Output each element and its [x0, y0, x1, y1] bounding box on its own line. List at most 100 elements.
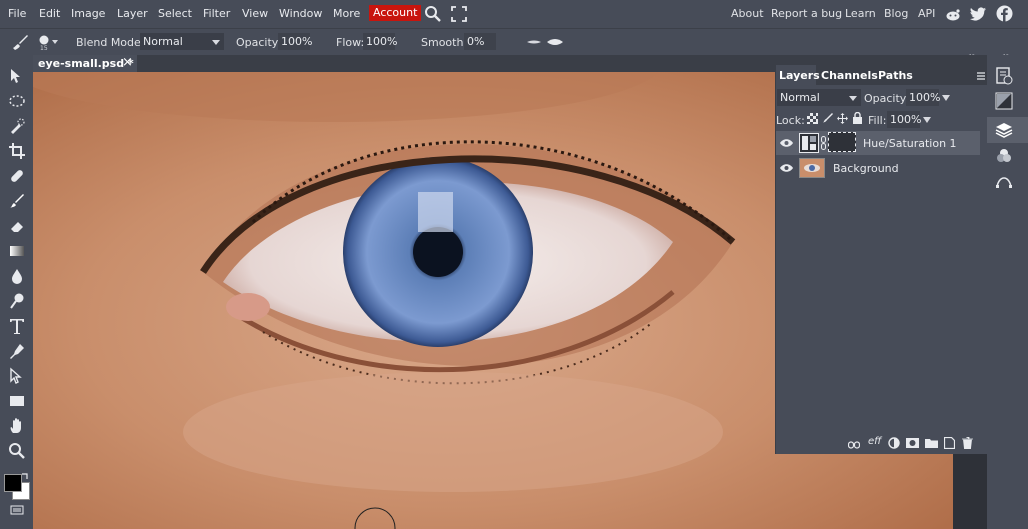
path-selection-tool-icon[interactable] — [8, 367, 26, 385]
eye-visibility-icon[interactable] — [780, 138, 793, 148]
gradient-tool-icon[interactable] — [8, 242, 26, 260]
eraser-tool-icon[interactable] — [8, 217, 26, 235]
adjustment-layer-button-icon[interactable] — [888, 437, 900, 449]
add-mask-icon[interactable] — [906, 438, 919, 448]
brush-tool-preset-icon[interactable] — [10, 33, 30, 51]
quick-selection-tool-icon[interactable] — [8, 117, 26, 135]
eye-visibility-icon[interactable] — [780, 163, 793, 173]
hand-tool-icon[interactable] — [8, 417, 26, 435]
history-panel-icon[interactable] — [995, 67, 1013, 85]
panel-menu-icon[interactable] — [977, 70, 985, 80]
marquee-tool-icon[interactable] — [8, 92, 26, 110]
reddit-icon[interactable] — [945, 6, 961, 22]
flow-label: Flow: — [336, 36, 365, 49]
search-icon[interactable] — [424, 5, 442, 23]
brush-tool-icon[interactable] — [8, 192, 26, 210]
blur-tool-icon[interactable] — [8, 267, 26, 285]
flow-value: 100% — [366, 35, 398, 48]
layer-row-hue-saturation[interactable]: Hue/Saturation 1 — [776, 131, 980, 155]
chevron-down-icon — [212, 40, 220, 45]
smooth-value: 0% — [467, 35, 485, 48]
opacity-label: Opacity: — [236, 36, 282, 49]
swatches-panel-icon[interactable] — [995, 92, 1013, 110]
menu-edit[interactable]: Edit — [39, 7, 60, 20]
healing-tool-icon[interactable] — [8, 167, 26, 185]
layer-blend-select[interactable]: Normal — [777, 89, 861, 106]
link-layers-icon[interactable] — [847, 439, 861, 449]
layer-opacity-label: Opacity: — [864, 92, 910, 105]
chain-link-icon[interactable] — [821, 136, 826, 150]
menu-layer[interactable]: Layer — [117, 7, 148, 20]
menu-blog[interactable]: Blog — [884, 7, 908, 20]
brush-size-picker[interactable]: 15 — [37, 34, 59, 52]
layer-opacity-value: 100% — [909, 91, 941, 104]
lock-position-icon[interactable] — [837, 113, 848, 124]
pressure-opacity-icon[interactable] — [546, 36, 564, 48]
menu-image[interactable]: Image — [71, 7, 105, 20]
twitter-icon[interactable] — [970, 6, 987, 22]
zoom-tool-icon[interactable] — [8, 442, 26, 460]
menu-about[interactable]: About — [731, 7, 764, 20]
fill-input[interactable]: 100% — [887, 111, 922, 128]
lock-label: Lock: — [776, 114, 805, 127]
menu-account[interactable]: Account — [369, 5, 422, 21]
layer-opacity-dropdown-icon[interactable] — [942, 95, 950, 101]
lock-pixels-icon[interactable] — [822, 113, 833, 124]
document-tab[interactable]: eye-small.psd * × — [33, 55, 137, 72]
menu-api[interactable]: API — [918, 7, 935, 20]
rectangle-tool-icon[interactable] — [8, 392, 26, 410]
menu-window[interactable]: Window — [279, 7, 322, 20]
menu-view[interactable]: View — [242, 7, 268, 20]
move-tool-icon[interactable] — [8, 67, 26, 85]
layer-row-background[interactable]: Background — [776, 156, 980, 180]
lock-all-icon[interactable] — [852, 111, 863, 124]
new-group-icon[interactable] — [925, 438, 938, 448]
foreground-color-swatch[interactable] — [4, 474, 22, 492]
dodge-tool-icon[interactable] — [8, 292, 26, 310]
fill-dropdown-icon[interactable] — [923, 117, 931, 123]
menu-learn[interactable]: Learn — [845, 7, 876, 20]
layer-name-hue-saturation: Hue/Saturation 1 — [863, 137, 957, 150]
tab-layers[interactable]: Layers — [779, 69, 820, 82]
channels-panel-icon[interactable] — [995, 147, 1013, 165]
opacity-input[interactable]: 100% — [278, 33, 312, 50]
new-layer-icon[interactable] — [943, 436, 956, 450]
pressure-size-icon[interactable] — [526, 37, 542, 47]
blend-mode-select[interactable]: Normal — [140, 33, 224, 50]
crop-tool-icon[interactable] — [8, 142, 26, 160]
tab-channels[interactable]: Channels — [821, 69, 878, 82]
layer-thumbnail — [799, 158, 825, 178]
layer-mask-thumbnail[interactable] — [828, 132, 856, 152]
menu-filter[interactable]: Filter — [203, 7, 230, 20]
pen-tool-icon[interactable] — [8, 342, 26, 360]
type-tool-icon[interactable] — [8, 317, 26, 335]
layer-opacity-input[interactable]: 100% — [906, 89, 941, 106]
fullscreen-icon[interactable] — [451, 6, 467, 22]
menu-more[interactable]: More — [333, 7, 360, 20]
smooth-input[interactable]: 0% — [464, 33, 496, 50]
menu-bar: File Edit Image Layer Select Filter View… — [0, 0, 1028, 28]
blend-mode-value: Normal — [143, 35, 183, 48]
tools-panel — [0, 55, 33, 529]
facebook-icon[interactable] — [996, 5, 1013, 22]
chevron-down-icon — [849, 96, 857, 101]
delete-layer-icon[interactable] — [962, 436, 973, 450]
tab-paths[interactable]: Paths — [878, 69, 913, 82]
quick-mask-icon[interactable] — [10, 505, 24, 515]
menu-file[interactable]: File — [8, 7, 26, 20]
layers-footer: eff — [844, 436, 984, 451]
document-tab-title: eye-small.psd * — [38, 57, 134, 70]
fill-value: 100% — [890, 113, 922, 126]
menu-report-bug[interactable]: Report a bug — [771, 7, 842, 20]
menu-select[interactable]: Select — [158, 7, 192, 20]
layer-effects-button[interactable]: eff — [868, 436, 881, 447]
layer-name-background: Background — [833, 162, 899, 175]
panel-header-strip — [775, 55, 987, 65]
flow-input[interactable]: 100% — [363, 33, 398, 50]
lock-transparency-icon[interactable] — [807, 113, 818, 124]
paths-panel-icon[interactable] — [995, 172, 1013, 190]
swap-colors-icon[interactable] — [21, 471, 29, 479]
fill-label: Fill: — [868, 114, 887, 127]
close-icon[interactable]: × — [122, 55, 133, 70]
layers-panel-icon[interactable] — [995, 121, 1013, 139]
